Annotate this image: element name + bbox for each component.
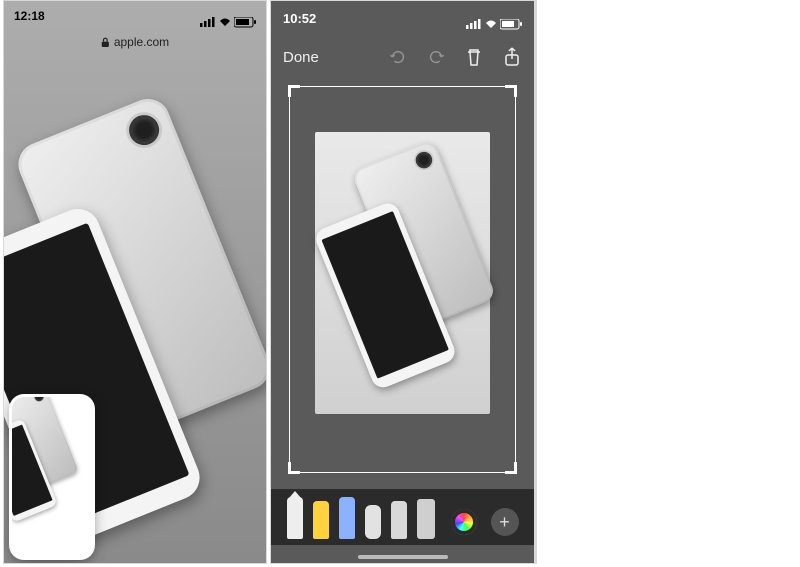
- clock: 12:18: [14, 9, 45, 35]
- wifi-icon: [218, 17, 232, 27]
- lasso-tool[interactable]: [391, 501, 407, 539]
- ruler-tool[interactable]: [417, 499, 435, 539]
- site-logo: iGEEKSBL❖G: [535, 137, 537, 152]
- screenshot-panel-fullpage: 5:04 Done Screen Full Page 5:04 ••• ▂▅: [535, 0, 537, 564]
- eraser-tool[interactable]: [365, 505, 381, 539]
- camera-icon: [125, 111, 164, 150]
- screenshot-panel-safari: 12:18 apple.com: [3, 0, 267, 564]
- markup-toolbar: Done: [536, 37, 537, 77]
- wifi-icon: [484, 19, 498, 29]
- add-shape-button[interactable]: +: [491, 508, 519, 536]
- screenshot-panel-markup: 10:52 Done +: [270, 0, 535, 564]
- crop-handle-bl[interactable]: [288, 462, 300, 474]
- url-host: apple.com: [114, 35, 169, 49]
- cellular-icon: [200, 17, 216, 27]
- crop-handle-tl[interactable]: [288, 85, 300, 97]
- screenshot-thumbnail[interactable]: [12, 397, 92, 557]
- delete-button[interactable]: [464, 47, 484, 67]
- highlighter-tool[interactable]: [313, 501, 329, 539]
- battery-icon: [500, 19, 522, 30]
- address-bar[interactable]: apple.com: [101, 35, 169, 49]
- lock-icon: [101, 37, 110, 48]
- crop-handle-br[interactable]: [505, 462, 517, 474]
- redo-button[interactable]: [426, 47, 446, 67]
- cellular-icon: [466, 19, 482, 29]
- pen-tool[interactable]: [287, 497, 303, 539]
- done-button[interactable]: Done: [283, 49, 319, 66]
- status-indicators: [466, 11, 522, 37]
- screenshot-canvas[interactable]: [315, 132, 490, 414]
- crop-frame[interactable]: [289, 86, 516, 473]
- markup-tool-palette: +: [536, 493, 537, 549]
- share-button[interactable]: [502, 47, 522, 67]
- home-indicator[interactable]: [358, 555, 448, 559]
- markup-toolbar: Done: [271, 37, 534, 77]
- status-bar: 5:04: [536, 1, 537, 37]
- status-bar: 12:18: [4, 1, 266, 35]
- undo-button[interactable]: [388, 47, 408, 67]
- battery-icon: [234, 17, 256, 28]
- crop-handle-tr[interactable]: [505, 85, 517, 97]
- pencil-tool[interactable]: [339, 497, 355, 539]
- status-bar: 10:52: [271, 1, 534, 37]
- clock: 10:52: [283, 11, 316, 37]
- status-indicators: [200, 9, 256, 35]
- markup-tool-palette: +: [271, 489, 534, 545]
- color-picker[interactable]: [451, 509, 477, 535]
